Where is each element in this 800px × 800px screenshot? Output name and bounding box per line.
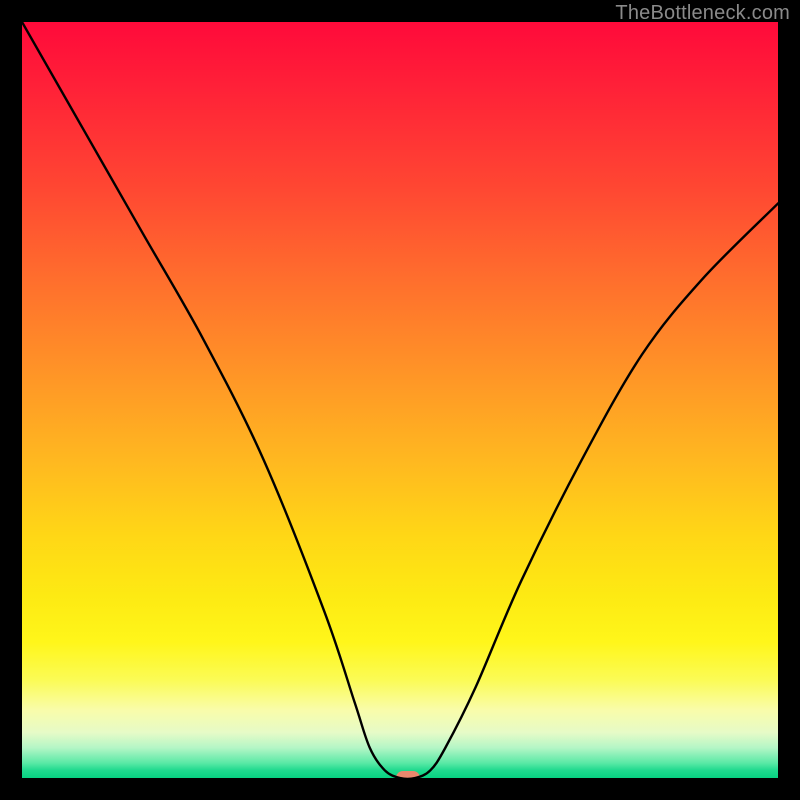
bottleneck-curve — [22, 22, 778, 778]
plot-area — [22, 22, 778, 778]
watermark-text: TheBottleneck.com — [615, 2, 790, 25]
chart-stage: TheBottleneck.com — [0, 0, 800, 800]
